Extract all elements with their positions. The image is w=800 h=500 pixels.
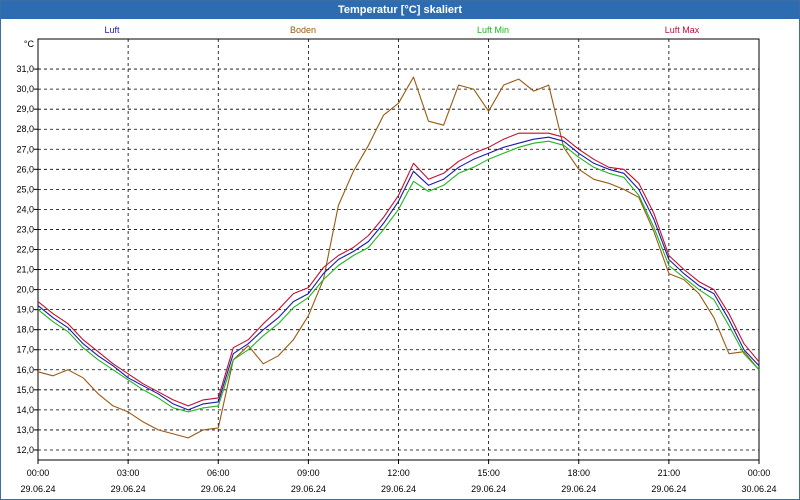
x-tick-date: 29.06.24 (20, 484, 55, 494)
x-tick-date: 29.06.24 (381, 484, 416, 494)
x-tick-date: 29.06.24 (291, 484, 326, 494)
x-tick-time: 09:00 (297, 468, 320, 478)
x-tick-time: 00:00 (27, 468, 50, 478)
y-tick-label: 18,0 (16, 325, 34, 335)
y-tick-label: 22,0 (16, 245, 34, 255)
y-tick-label: 16,0 (16, 365, 34, 375)
legend-entry-luft-max: Luft Max (665, 25, 700, 35)
y-tick-label: 17,0 (16, 345, 34, 355)
y-tick-label: 23,0 (16, 224, 34, 234)
x-tick-time: 03:00 (117, 468, 140, 478)
x-tick-date: 29.06.24 (111, 484, 146, 494)
y-tick-label: 13,0 (16, 425, 34, 435)
y-tick-label: 20,0 (16, 285, 34, 295)
y-tick-label: 26,0 (16, 164, 34, 174)
y-tick-label: 14,0 (16, 405, 34, 415)
x-tick-date: 29.06.24 (201, 484, 236, 494)
y-tick-label: 21,0 (16, 265, 34, 275)
x-tick-date: 30.06.24 (741, 484, 776, 494)
x-tick-time: 06:00 (207, 468, 230, 478)
y-tick-label: 15,0 (16, 385, 34, 395)
x-tick-time: 00:00 (748, 468, 771, 478)
x-tick-time: 15:00 (477, 468, 500, 478)
y-tick-label: 25,0 (16, 184, 34, 194)
x-tick-time: 18:00 (567, 468, 590, 478)
x-tick-date: 29.06.24 (471, 484, 506, 494)
x-tick-date: 29.06.24 (651, 484, 686, 494)
y-tick-label: 28,0 (16, 124, 34, 134)
x-tick-time: 12:00 (387, 468, 410, 478)
x-tick-time: 21:00 (658, 468, 681, 478)
y-tick-label: 24,0 (16, 204, 34, 214)
y-tick-label: 27,0 (16, 144, 34, 154)
y-axis-unit: °C (24, 39, 35, 49)
legend: Luft Boden Luft Min Luft Max (104, 25, 699, 35)
y-tick-label: 31,0 (16, 64, 34, 74)
x-tick-date: 29.06.24 (561, 484, 596, 494)
y-tick-label: 29,0 (16, 104, 34, 114)
temperature-chart: 12,0 13,0 14,0 15,0 16,0 17,0 18,0 19,0 20,0 21,0… (16, 25, 777, 494)
y-tick-label: 12,0 (16, 445, 34, 455)
y-tick-label: 19,0 (16, 305, 34, 315)
legend-entry-boden: Boden (290, 25, 316, 35)
legend-entry-luft-min: Luft Min (477, 25, 509, 35)
legend-entry-luft: Luft (104, 25, 120, 35)
y-tick-label: 30,0 (16, 84, 34, 94)
axes: 12,0 13,0 14,0 15,0 16,0 17,0 18,0 19,0 20,0 21,0… (16, 38, 777, 494)
